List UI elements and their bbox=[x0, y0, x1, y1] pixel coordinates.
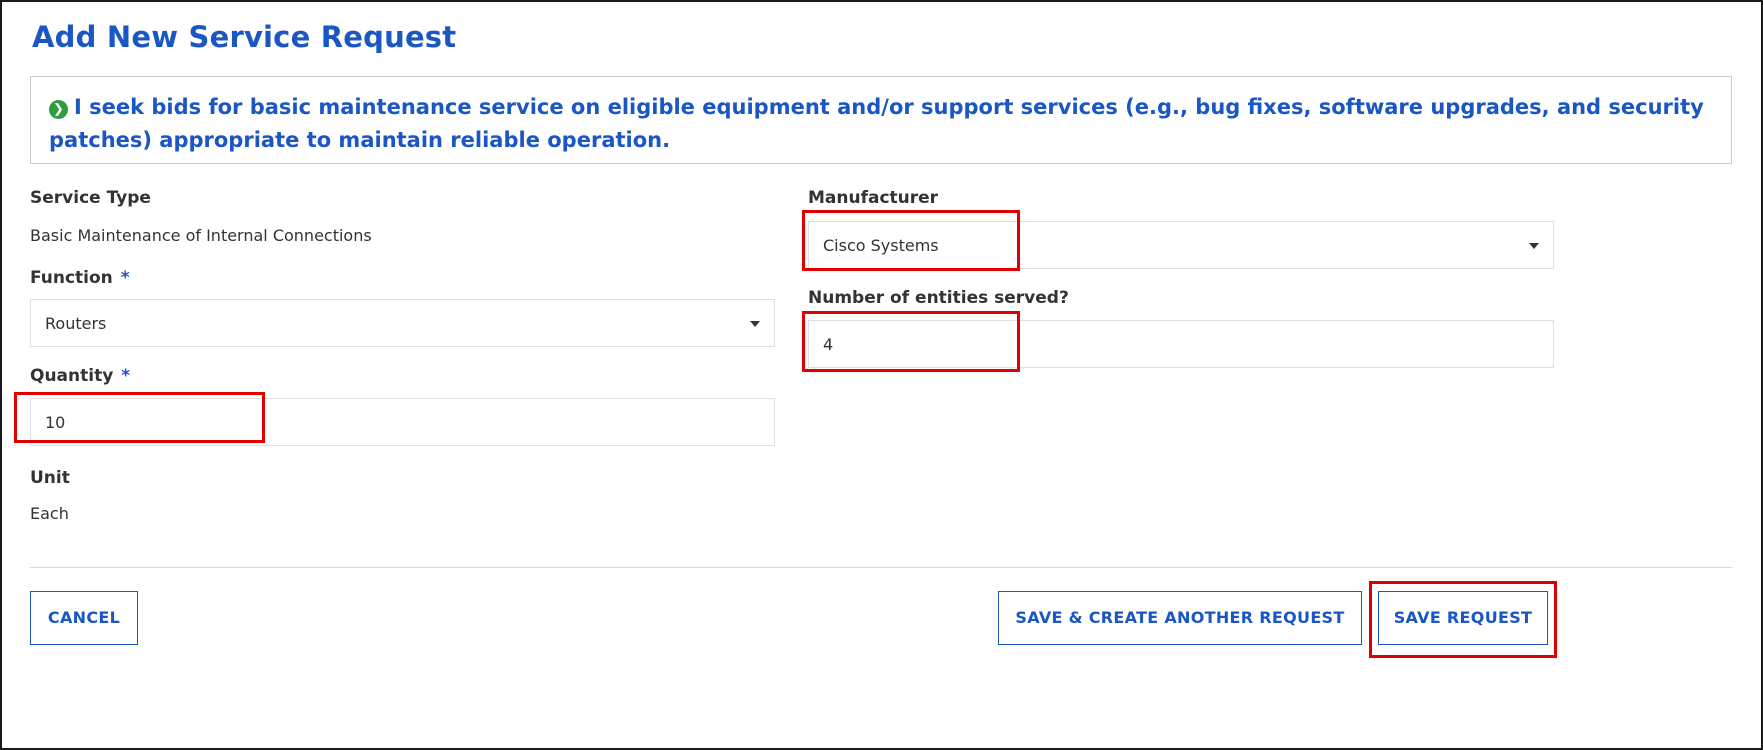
cancel-button[interactable]: CANCEL bbox=[30, 591, 138, 645]
function-select-value: Routers bbox=[45, 314, 107, 333]
function-select[interactable]: Routers bbox=[30, 299, 775, 347]
service-type-label: Service Type bbox=[30, 188, 151, 208]
required-marker: * bbox=[121, 366, 131, 386]
footer-divider bbox=[30, 567, 1732, 568]
manufacturer-highlight-box bbox=[802, 210, 1020, 271]
page-title: Add New Service Request bbox=[32, 20, 457, 54]
service-request-panel: Add New Service Request ❯ I seek bids for… bbox=[0, 0, 1763, 750]
chevron-right-circle-icon: ❯ bbox=[49, 100, 68, 119]
function-label-text: Function bbox=[30, 268, 113, 288]
unit-value: Each bbox=[30, 504, 69, 523]
quantity-highlight-box bbox=[14, 392, 265, 443]
info-banner-text: I seek bids for basic maintenance servic… bbox=[49, 95, 1704, 152]
manufacturer-label: Manufacturer bbox=[808, 188, 939, 208]
function-label: Function * bbox=[30, 268, 130, 288]
quantity-label: Quantity * bbox=[30, 366, 130, 386]
save-request-highlight-box bbox=[1369, 581, 1557, 658]
caret-down-icon bbox=[750, 321, 760, 327]
entities-label: Number of entities served? bbox=[808, 288, 1069, 308]
save-and-create-another-button[interactable]: SAVE & CREATE ANOTHER REQUEST bbox=[998, 591, 1362, 645]
entities-highlight-box bbox=[802, 311, 1020, 372]
info-banner: ❯ I seek bids for basic maintenance servi… bbox=[30, 76, 1732, 164]
unit-label: Unit bbox=[30, 468, 70, 488]
info-banner-text-wrapper: ❯ I seek bids for basic maintenance servi… bbox=[49, 91, 1713, 157]
service-type-value: Basic Maintenance of Internal Connection… bbox=[30, 226, 372, 245]
required-marker: * bbox=[120, 268, 130, 288]
quantity-label-text: Quantity bbox=[30, 366, 114, 386]
caret-down-icon bbox=[1529, 243, 1539, 249]
